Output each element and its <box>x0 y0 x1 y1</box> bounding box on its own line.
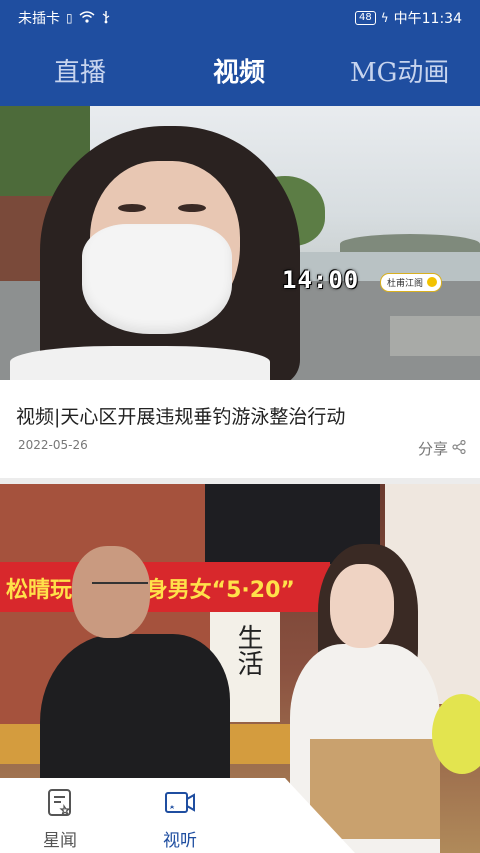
news-doc-icon <box>20 788 100 822</box>
status-bar-left: 未插卡 ▯ <box>18 8 111 28</box>
thumbnail-woman-face <box>330 564 394 648</box>
thumbnail-eye-right <box>178 204 206 212</box>
thumbnail-shirt <box>10 346 270 380</box>
poster-text: 生活 <box>233 624 263 676</box>
carrier-label: 未插卡 <box>18 11 60 27</box>
channel-dot-icon <box>427 277 438 287</box>
top-tab-bar: 直播 视频 MG动画 <box>0 34 480 106</box>
share-label: 分享 <box>417 440 448 458</box>
thumbnail-banner: 松晴玩 优质单身男女“5·20” <box>0 562 330 612</box>
clock: 中午11:34 <box>393 11 462 27</box>
video-thumbnail[interactable]: 14:00 杜甫江阁 <box>0 106 480 380</box>
tab-video[interactable]: 视频 <box>213 52 265 89</box>
wifi-icon <box>79 10 95 26</box>
tab-mg-animation[interactable]: MG动画 <box>350 52 449 89</box>
thumbnail-hills <box>340 234 480 254</box>
tab-live[interactable]: 直播 <box>54 52 106 89</box>
thumbnail-eye-left <box>118 204 146 212</box>
video-title[interactable]: 视频|天心区开展违规垂钓游泳整治行动 <box>16 402 345 429</box>
video-date: 2022-05-26 <box>18 438 88 452</box>
nav-item-news[interactable]: 星闻 <box>20 788 100 851</box>
thumbnail-railing <box>390 316 480 356</box>
share-button[interactable]: 分享 <box>418 438 466 459</box>
banner-text: 松晴玩 优质单身男女“5·20” <box>6 578 295 603</box>
video-camera-icon <box>140 788 220 822</box>
sim-missing-icon: ▯ <box>66 11 73 25</box>
battery-icon: 48 <box>354 11 376 25</box>
channel-badge: 杜甫江阁 <box>380 273 443 292</box>
thumbnail-man-head <box>72 546 150 638</box>
nav-label-news: 星闻 <box>43 831 77 851</box>
charging-icon: ϟ <box>380 11 389 25</box>
nav-label-video: 视听 <box>163 831 197 851</box>
status-bar-right: 48 ϟ 中午11:34 <box>354 8 462 28</box>
channel-badge-label: 杜甫江阁 <box>387 279 424 289</box>
thumbnail-face-mask <box>82 224 232 334</box>
bottom-nav: 星闻 视听 <box>0 778 480 853</box>
thumbnail-glasses <box>92 582 148 592</box>
video-card[interactable]: 14:00 杜甫江阁 视频|天心区开展违规垂钓游泳整治行动 2022-05-26… <box>0 106 480 478</box>
share-icon <box>452 439 466 458</box>
usb-icon <box>101 10 111 27</box>
status-bar: 未插卡 ▯ 48 ϟ 中午11:34 <box>0 0 480 34</box>
nav-item-video[interactable]: 视听 <box>140 788 220 851</box>
video-timecode: 14:00 <box>282 266 360 294</box>
